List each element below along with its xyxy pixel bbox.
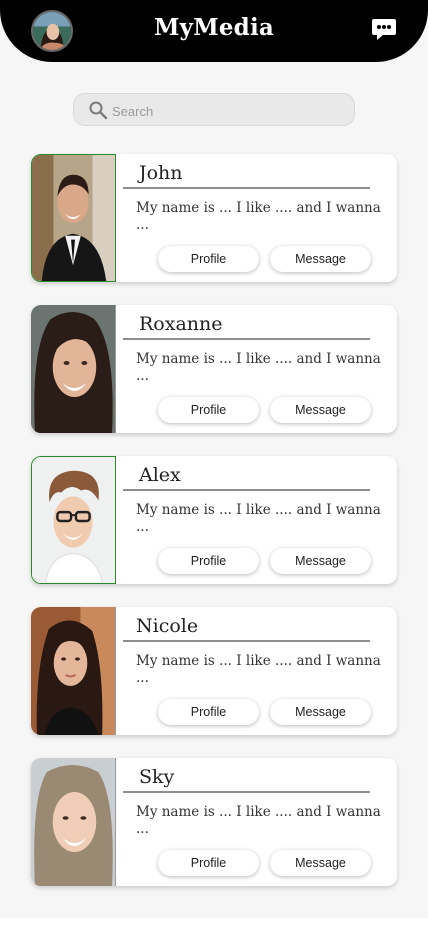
contact-card: Roxanne My name is ... I like .... and I… [31, 305, 397, 433]
profile-button[interactable]: Profile [158, 548, 259, 574]
profile-button[interactable]: Profile [158, 397, 259, 423]
contact-photo[interactable] [31, 758, 116, 886]
chat-bubble-icon [372, 19, 396, 40]
contact-photo-image [31, 758, 115, 886]
message-button[interactable]: Message [270, 850, 371, 876]
contact-photo-image [31, 305, 115, 433]
contact-name: Alex [139, 464, 181, 486]
profile-button[interactable]: Profile [158, 246, 259, 272]
contact-bio: My name is ... I like .... and I wanna .… [136, 200, 381, 233]
contact-name: Nicole [136, 615, 199, 637]
search-bar [73, 93, 355, 126]
name-divider [123, 338, 370, 340]
message-button[interactable]: Message [270, 246, 371, 272]
app-header: MyMedia [0, 0, 428, 62]
contact-card: Alex My name is ... I like .... and I wa… [31, 456, 397, 584]
contact-bio: My name is ... I like .... and I wanna .… [136, 351, 381, 384]
search-icon [89, 101, 108, 120]
message-button[interactable]: Message [270, 397, 371, 423]
contact-photo-image [31, 607, 115, 735]
contact-photo-image [32, 155, 115, 281]
contact-name: John [139, 162, 183, 184]
message-button[interactable]: Message [270, 699, 371, 725]
message-button[interactable]: Message [270, 548, 371, 574]
contact-card: Nicole My name is ... I like .... and I … [31, 607, 397, 735]
contact-card: Sky My name is ... I like .... and I wan… [31, 758, 397, 886]
contact-photo[interactable] [31, 456, 116, 584]
search-input[interactable] [110, 99, 344, 123]
profile-button[interactable]: Profile [158, 699, 259, 725]
contact-photo[interactable] [31, 154, 116, 282]
name-divider [123, 187, 370, 189]
contact-card: John My name is ... I like .... and I wa… [31, 154, 397, 282]
name-divider [123, 489, 370, 491]
contact-name: Roxanne [139, 313, 223, 335]
app-screen: MyMedia Search John My name is ... I lik… [0, 0, 428, 918]
contact-bio: My name is ... I like .... and I wanna .… [136, 804, 381, 837]
messages-button[interactable] [370, 16, 398, 44]
contact-photo[interactable] [31, 607, 116, 735]
contact-bio: My name is ... I like .... and I wanna .… [136, 653, 381, 686]
app-title: MyMedia [153, 14, 275, 41]
contact-photo[interactable] [31, 305, 116, 433]
name-divider [123, 791, 370, 793]
contact-bio: My name is ... I like .... and I wanna .… [136, 502, 381, 535]
profile-button[interactable]: Profile [158, 850, 259, 876]
contact-name: Sky [139, 766, 175, 788]
name-divider [123, 640, 370, 642]
contact-photo-image [32, 457, 115, 583]
